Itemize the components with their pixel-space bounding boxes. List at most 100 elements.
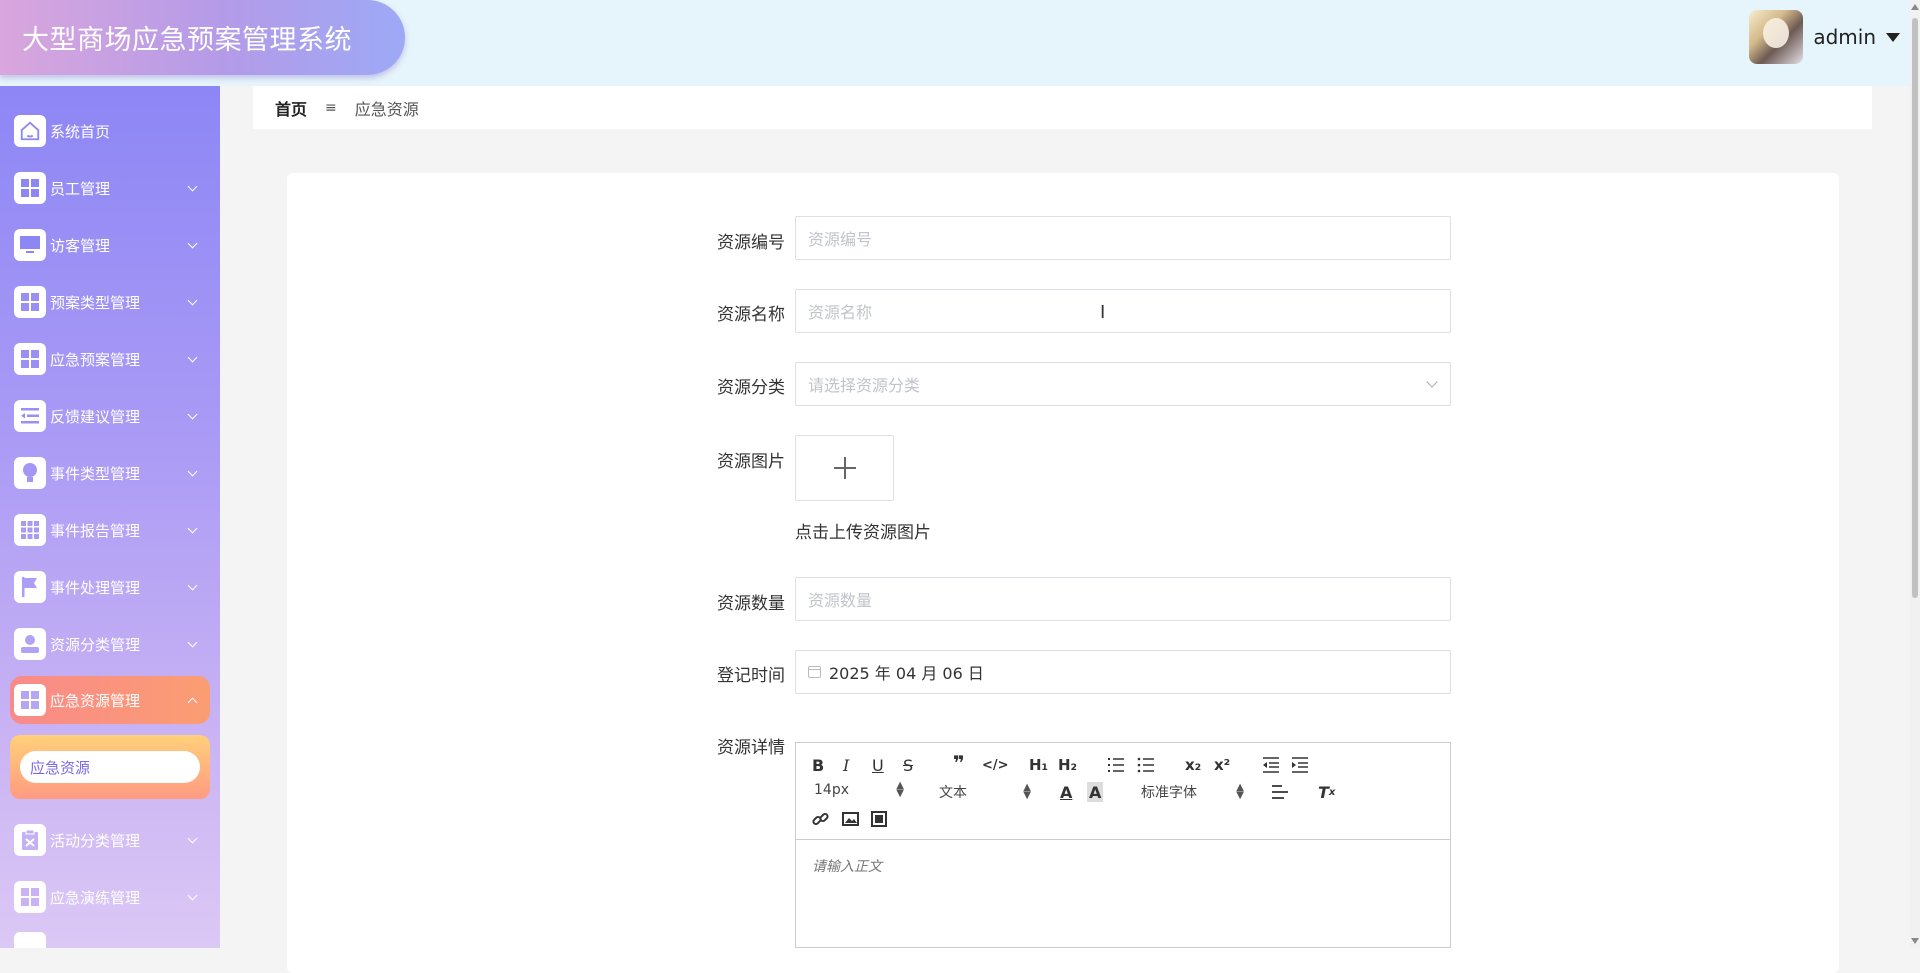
updown-icon: ▲ ▼: [1236, 782, 1244, 801]
sidebar-item-partial[interactable]: [10, 932, 210, 948]
outdent-icon[interactable]: [1262, 755, 1280, 775]
caret-down-icon[interactable]: [1886, 32, 1900, 42]
sidebar-item-resource-category[interactable]: 资源分类管理: [10, 620, 210, 668]
list-icon: [14, 400, 46, 432]
code-icon[interactable]: </>: [982, 755, 1009, 775]
bold-icon[interactable]: B: [812, 755, 824, 775]
strikethrough-icon[interactable]: S: [903, 755, 913, 775]
sidebar-item-event-type[interactable]: 事件类型管理: [10, 449, 210, 497]
resource-category-select[interactable]: 请选择资源分类: [795, 362, 1451, 406]
grid-icon: [14, 172, 46, 204]
text-cursor-icon: I: [1100, 302, 1106, 323]
breadcrumb-home[interactable]: 首页: [275, 96, 307, 120]
underline-icon[interactable]: U: [872, 755, 884, 775]
sidebar-item-event-handle[interactable]: 事件处理管理: [10, 563, 210, 611]
sidebar-item-plan-type[interactable]: 预案类型管理: [10, 278, 210, 326]
menu-icon: [14, 932, 46, 948]
link-icon[interactable]: [812, 809, 829, 829]
breadcrumb-separator: ≡: [325, 99, 337, 116]
resource-quantity-input[interactable]: 资源数量: [795, 577, 1451, 621]
heading-value: 文本: [939, 785, 967, 801]
submenu-item-emergency-resource[interactable]: 应急资源: [20, 751, 200, 783]
chevron-down-icon: [187, 295, 198, 305]
font-color-icon[interactable]: A: [1060, 782, 1072, 802]
username[interactable]: admin: [1813, 25, 1876, 49]
scroll-thumb[interactable]: [1912, 18, 1918, 598]
font-family-select[interactable]: 标准字体 ▲ ▼: [1141, 782, 1244, 802]
sidebar-item-staff[interactable]: 员工管理: [10, 164, 210, 212]
image-icon[interactable]: [842, 809, 859, 829]
resource-category-label: 资源分类: [717, 378, 785, 398]
subscript-icon[interactable]: x₂: [1185, 755, 1201, 775]
page-scrollbar[interactable]: [1910, 0, 1920, 948]
resource-detail-label: 资源详情: [717, 738, 785, 758]
scroll-down-icon[interactable]: [1911, 938, 1919, 944]
font-family-value: 标准字体: [1141, 785, 1197, 801]
video-icon[interactable]: [871, 809, 887, 829]
heading-select[interactable]: 文本 ▲ ▼: [939, 782, 1031, 802]
sidebar: 系统首页 员工管理 访客管理 预案类型管理 应急预案管理 反馈建议管理 事件类型…: [0, 86, 220, 948]
sidebar-item-label: 应急演练管理: [50, 888, 141, 907]
plus-icon: [833, 457, 856, 479]
grid-icon: [14, 343, 46, 375]
user-menu[interactable]: admin: [1749, 10, 1900, 64]
font-size-value: 14px: [814, 782, 849, 798]
clear-format-icon[interactable]: Tx: [1318, 782, 1335, 802]
chevron-down-icon: [187, 637, 198, 647]
font-size-select[interactable]: 14px ▲ ▼: [814, 781, 904, 799]
resource-code-input[interactable]: 资源编号: [795, 216, 1451, 260]
sidebar-item-emergency-resource[interactable]: 应急资源管理: [10, 676, 210, 724]
chevron-down-icon: [187, 466, 198, 476]
scroll-up-icon[interactable]: [1911, 4, 1919, 10]
sidebar-item-event-report[interactable]: 事件报告管理: [10, 506, 210, 554]
bullet-list-icon[interactable]: [1137, 755, 1155, 775]
resource-image-label: 资源图片: [717, 452, 785, 472]
register-date-picker[interactable]: 2025 年 04 月 06 日: [795, 650, 1451, 694]
date-value: 2025 年 04 月 06 日: [829, 664, 984, 683]
sidebar-item-activity-category[interactable]: 活动分类管理: [10, 816, 210, 864]
submenu: 应急资源: [10, 735, 210, 799]
sidebar-item-visitor[interactable]: 访客管理: [10, 221, 210, 269]
sidebar-item-feedback[interactable]: 反馈建议管理: [10, 392, 210, 440]
home-icon: [14, 115, 46, 147]
superscript-icon[interactable]: x²: [1214, 755, 1230, 775]
image-upload-button[interactable]: [795, 435, 894, 501]
chevron-down-icon: [187, 580, 198, 590]
grid-icon: [14, 286, 46, 318]
rich-text-editor[interactable]: B I U S ❞ </> H₁ H₂ x₂ x² 14px ▲ ▼ 文本 ▲ ▼ …: [795, 742, 1451, 948]
sidebar-item-label: 事件报告管理: [50, 521, 141, 540]
sidebar-item-label: 资源分类管理: [50, 635, 141, 654]
sidebar-item-label: 员工管理: [50, 179, 111, 198]
sidebar-item-label: 应急资源管理: [50, 691, 141, 710]
avatar[interactable]: [1749, 10, 1804, 64]
user-icon: [14, 628, 46, 660]
breadcrumb: 首页 ≡ 应急资源: [253, 86, 1872, 129]
heading1-icon[interactable]: H₁: [1029, 755, 1048, 775]
chevron-down-icon: [187, 523, 198, 533]
chevron-down-icon: [187, 890, 198, 900]
align-left-icon[interactable]: [1271, 782, 1289, 802]
top-header: 大型商场应急预案管理系统 admin: [0, 0, 1910, 86]
sidebar-item-home[interactable]: 系统首页: [10, 107, 210, 155]
sidebar-item-drill[interactable]: 应急演练管理: [10, 873, 210, 921]
resource-name-input[interactable]: 资源名称: [795, 289, 1451, 333]
ordered-list-icon[interactable]: [1107, 755, 1125, 775]
sidebar-item-label: 访客管理: [50, 236, 111, 255]
resource-code-label: 资源编号: [717, 233, 785, 253]
editor-content[interactable]: 请输入正文: [796, 840, 1450, 892]
background-color-icon[interactable]: A: [1087, 782, 1104, 802]
heading2-icon[interactable]: H₂: [1058, 755, 1077, 775]
italic-icon[interactable]: I: [843, 755, 849, 775]
chevron-down-icon: [187, 238, 198, 248]
sidebar-item-label: 活动分类管理: [50, 831, 141, 850]
image-upload-hint: 点击上传资源图片: [795, 523, 931, 543]
grid9-icon: [14, 514, 46, 546]
updown-icon: ▲ ▼: [1023, 782, 1031, 801]
chevron-down-icon: [187, 181, 198, 191]
blockquote-icon[interactable]: ❞: [953, 751, 965, 775]
indent-icon[interactable]: [1291, 755, 1309, 775]
chevron-down-icon: [187, 352, 198, 362]
sidebar-item-label: 反馈建议管理: [50, 407, 141, 426]
bulb-icon: [14, 457, 46, 489]
sidebar-item-plan[interactable]: 应急预案管理: [10, 335, 210, 383]
